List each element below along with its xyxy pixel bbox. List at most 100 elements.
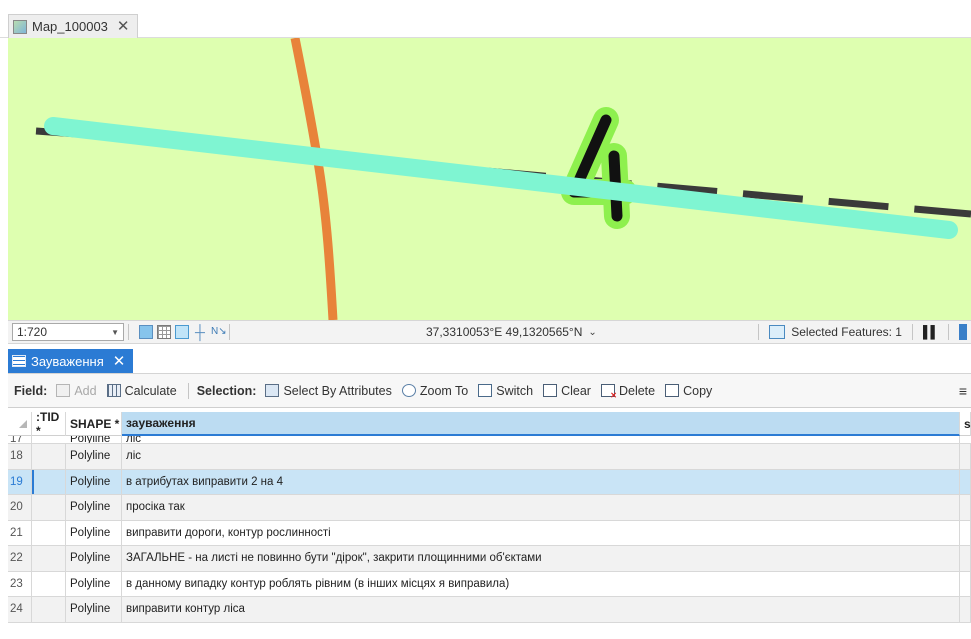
crosshair-icon[interactable]: ┼ xyxy=(193,325,207,339)
map-canvas[interactable] xyxy=(8,38,971,320)
fid-cell[interactable] xyxy=(32,571,66,596)
zoom-to-label: Zoom To xyxy=(419,383,469,398)
next-cell[interactable] xyxy=(960,597,971,622)
fid-cell[interactable] xyxy=(32,597,66,622)
selected-features-area: Selected Features: 1 ▌▌ xyxy=(754,324,967,340)
row-number-cell[interactable]: 17 xyxy=(8,436,32,443)
table-icon xyxy=(12,355,26,367)
selected-features-count[interactable]: Selected Features: 1 xyxy=(791,325,902,339)
clear-selection-icon xyxy=(543,384,558,397)
road-line[interactable] xyxy=(290,38,338,320)
shape-cell[interactable]: Polyline xyxy=(66,436,122,443)
menu-icon[interactable]: ≡ xyxy=(959,383,967,399)
attribute-table[interactable]: :TID * SHAPE * зауваження s 17 Polyline лі… xyxy=(8,407,971,639)
fid-cell[interactable] xyxy=(32,546,66,571)
shape-cell[interactable]: Polyline xyxy=(66,571,122,596)
north-arrow-icon[interactable]: N↘ xyxy=(211,325,227,339)
scale-dropdown[interactable]: 1:720 ▼ xyxy=(12,323,124,341)
note-cell[interactable]: в данному випадку контур роблять рівним … xyxy=(122,571,960,596)
delete-button[interactable]: Delete xyxy=(598,383,658,400)
refresh-icon[interactable] xyxy=(959,324,967,340)
note-cell[interactable]: ЗАГАЛЬНЕ - на листі не повинно бути "дір… xyxy=(122,546,960,571)
close-icon[interactable]: ✕ xyxy=(117,19,130,34)
snapping-icon[interactable] xyxy=(175,325,189,339)
copy-button[interactable]: Copy xyxy=(662,384,715,398)
column-header-shape[interactable]: SHAPE * xyxy=(66,412,122,436)
table-row[interactable]: 19 Polyline в атрибутах виправити 2 на 4 xyxy=(8,469,971,495)
next-cell[interactable] xyxy=(960,571,971,596)
shape-cell[interactable]: Polyline xyxy=(66,444,122,469)
switch-selection-icon xyxy=(478,384,493,397)
fixed-scale-icon[interactable] xyxy=(139,325,153,339)
fid-cell[interactable] xyxy=(32,520,66,545)
fid-cell[interactable] xyxy=(32,495,66,520)
table-row[interactable]: 24 Polyline виправити контур ліса xyxy=(8,597,971,623)
fid-cell[interactable] xyxy=(32,469,66,494)
grid-icon[interactable] xyxy=(157,325,171,339)
coordinate-readout[interactable]: 37,3310053°E 49,1320565°N ⌄ xyxy=(426,325,597,339)
next-cell[interactable] xyxy=(960,469,971,494)
pause-icon[interactable]: ▌▌ xyxy=(923,325,939,339)
delete-label: Delete xyxy=(618,383,656,398)
map-tab[interactable]: Map_100003 ✕ xyxy=(8,14,139,38)
fid-cell[interactable] xyxy=(32,444,66,469)
row-number-cell[interactable]: 20 xyxy=(8,495,32,520)
next-cell[interactable] xyxy=(960,520,971,545)
switch-button[interactable]: Switch xyxy=(475,384,536,398)
note-cell[interactable]: просіка так xyxy=(122,495,960,520)
note-cell[interactable]: ліс xyxy=(122,444,960,469)
column-header-next[interactable]: s xyxy=(960,412,971,436)
copy-icon xyxy=(665,384,680,397)
select-by-attributes-icon xyxy=(265,384,280,397)
table-tab[interactable]: Зауваження ✕ xyxy=(8,349,134,373)
table-row[interactable]: 20 Polyline просіка так xyxy=(8,495,971,521)
next-cell[interactable] xyxy=(960,546,971,571)
table-body: 17 Polyline ліс 18 Polyline ліс 19 Polyline в ат… xyxy=(8,436,971,623)
corner-icon xyxy=(19,420,27,428)
copy-label: Copy xyxy=(683,383,713,398)
map-icon xyxy=(13,19,27,34)
shape-cell[interactable]: Polyline xyxy=(66,597,122,622)
chevron-down-icon: ⌄ xyxy=(588,326,597,338)
row-number-cell[interactable]: 21 xyxy=(8,520,32,545)
field-label: Field: xyxy=(14,383,48,398)
add-field-button[interactable]: Add xyxy=(53,384,99,398)
table-row[interactable]: 22 Polyline ЗАГАЛЬНЕ - на листі не повинно… xyxy=(8,546,971,572)
note-cell[interactable]: в атрибутах виправити 2 на 4 xyxy=(122,469,960,494)
shape-cell[interactable]: Polyline xyxy=(66,520,122,545)
selection-label: Selection: xyxy=(196,383,257,398)
next-cell[interactable] xyxy=(960,495,971,520)
clear-button[interactable]: Clear xyxy=(540,384,594,398)
shape-cell[interactable]: Polyline xyxy=(66,495,122,520)
delete-icon xyxy=(600,384,617,400)
calculate-button[interactable]: Calculate xyxy=(104,384,180,398)
shape-cell[interactable]: Polyline xyxy=(66,469,122,494)
next-cell[interactable] xyxy=(960,444,971,469)
map-view[interactable] xyxy=(8,38,971,320)
row-number-cell[interactable]: 22 xyxy=(8,546,32,571)
selected-polyline[interactable] xyxy=(44,117,958,239)
note-cell[interactable]: ліс xyxy=(122,436,960,443)
select-by-attributes-button[interactable]: Select By Attributes xyxy=(262,384,394,398)
row-number-cell[interactable]: 23 xyxy=(8,571,32,596)
table-row[interactable]: 18 Polyline ліс xyxy=(8,444,971,470)
zoom-to-button[interactable]: Zoom To xyxy=(399,384,471,398)
close-icon[interactable]: ✕ xyxy=(113,354,126,369)
table-row[interactable]: 17 Polyline ліс xyxy=(8,436,971,444)
row-number-cell[interactable]: 24 xyxy=(8,597,32,622)
divider xyxy=(758,324,760,340)
column-header-fid[interactable]: :TID * xyxy=(32,410,66,438)
column-header-zauvazhennia[interactable]: зауваження xyxy=(122,412,960,436)
scale-value: 1:720 xyxy=(17,325,48,339)
table-row[interactable]: 21 Polyline виправити дороги, контур росли… xyxy=(8,520,971,546)
table-row[interactable]: 23 Polyline в данному випадку контур робля… xyxy=(8,571,971,597)
row-number-cell[interactable]: 18 xyxy=(8,444,32,469)
row-number-header[interactable] xyxy=(8,412,32,436)
note-cell[interactable]: виправити дороги, контур рослинності xyxy=(122,520,960,545)
note-cell[interactable]: виправити контур ліса xyxy=(122,597,960,622)
calculate-label: Calculate xyxy=(124,383,177,398)
row-number-cell[interactable]: 19 xyxy=(8,469,32,494)
table-header: :TID * SHAPE * зауваження s xyxy=(8,410,971,438)
shape-cell[interactable]: Polyline xyxy=(66,546,122,571)
selection-icon xyxy=(769,325,786,339)
